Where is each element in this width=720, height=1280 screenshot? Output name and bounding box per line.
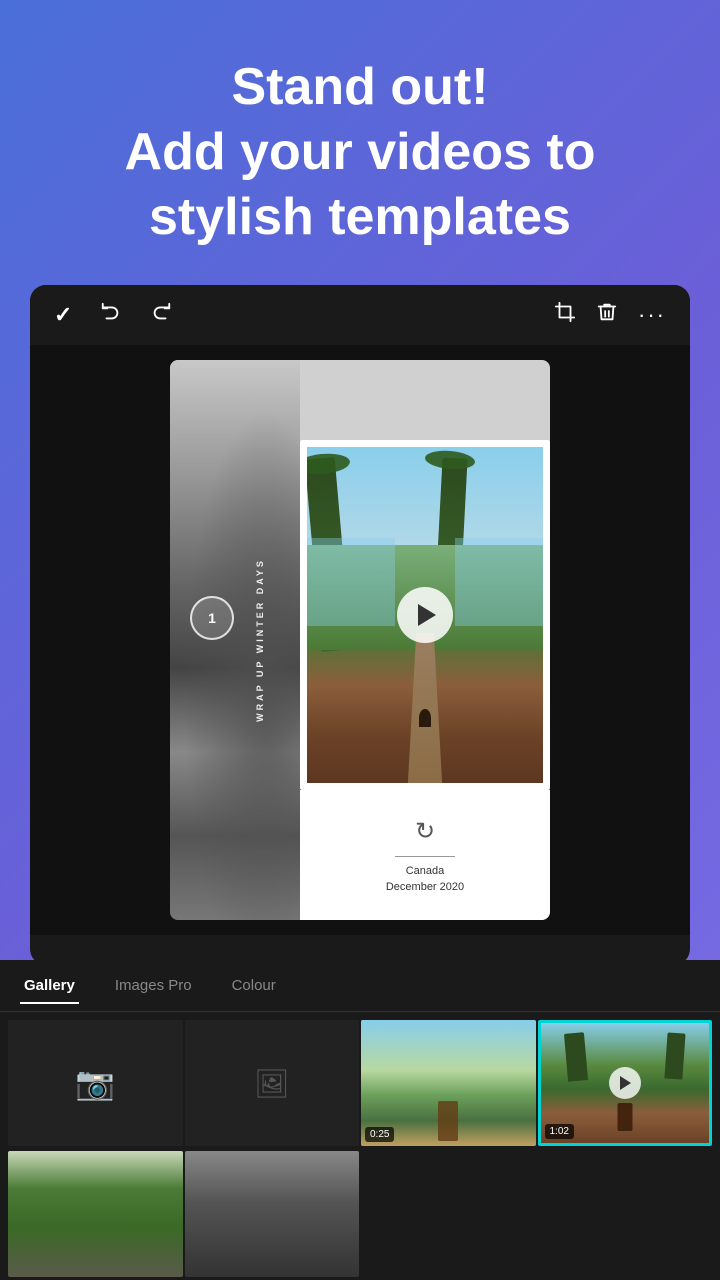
undo-icon[interactable] (100, 301, 122, 329)
left-resize-handle[interactable] (300, 591, 304, 639)
gallery-add-icon: 🖼 (254, 1067, 290, 1100)
tab-images-pro[interactable]: Images Pro (111, 969, 196, 1002)
editor-container: ✓ ··· 1 WRAP (30, 285, 690, 965)
circle-number: 1 (190, 596, 234, 640)
tab-bar: Gallery Images Pro Colour (0, 960, 720, 1012)
gallery-icon-cell[interactable]: 🖼 (185, 1020, 360, 1146)
gallery-grid: 📷 🖼 0:25 1:02 (0, 1012, 720, 1280)
bottom-section: Gallery Images Pro Colour 📷 🖼 0:25 (0, 960, 720, 1280)
bottom-resize-handle[interactable] (401, 786, 449, 790)
play-overlay-selected (609, 1067, 641, 1099)
video-frame[interactable] (300, 440, 550, 790)
headline-line3: stylish templates (149, 188, 571, 246)
duration-badge-1: 0:25 (365, 1127, 394, 1142)
editor-canvas: 1 WRAP UP WINTER DAYS (30, 345, 690, 935)
photo-thumb-forest[interactable] (8, 1151, 183, 1277)
more-icon[interactable]: ··· (638, 302, 666, 328)
headline-line1: Stand out! (231, 58, 488, 116)
crop-icon[interactable] (554, 301, 576, 329)
editor-toolbar: ✓ ··· (30, 285, 690, 345)
card-location: Canada (406, 865, 445, 877)
card-date: December 2020 (386, 881, 464, 893)
photo-thumb-selected[interactable]: 1:02 (538, 1020, 713, 1146)
play-button[interactable] (397, 587, 453, 643)
tab-colour[interactable]: Colour (228, 969, 280, 1002)
camera-icon: 📷 (75, 1064, 115, 1102)
photo-thumb-1[interactable]: 0:25 (361, 1020, 536, 1146)
redo-icon[interactable] (150, 301, 172, 329)
photo-thumb-dark[interactable] (185, 1151, 360, 1277)
top-resize-handle[interactable] (401, 440, 449, 444)
header-section: Stand out! Add your videos to stylish te… (0, 0, 720, 285)
right-panel: ↻ Canada December 2020 (300, 360, 550, 920)
refresh-icon[interactable]: ↻ (415, 817, 435, 846)
template-preview: 1 WRAP UP WINTER DAYS (170, 360, 550, 920)
bottom-card: ↻ Canada December 2020 (300, 790, 550, 920)
check-icon[interactable]: ✓ (54, 302, 72, 328)
vertical-text: WRAP UP WINTER DAYS (255, 558, 265, 722)
duration-badge-selected: 1:02 (545, 1124, 574, 1139)
delete-icon[interactable] (596, 301, 618, 329)
card-line (395, 856, 455, 857)
tab-gallery[interactable]: Gallery (20, 969, 79, 1002)
panel-top-gray (300, 360, 550, 440)
headline-line2: Add your videos to (125, 123, 596, 181)
headline: Stand out! Add your videos to stylish te… (80, 55, 640, 250)
camera-cell[interactable]: 📷 (8, 1020, 183, 1146)
